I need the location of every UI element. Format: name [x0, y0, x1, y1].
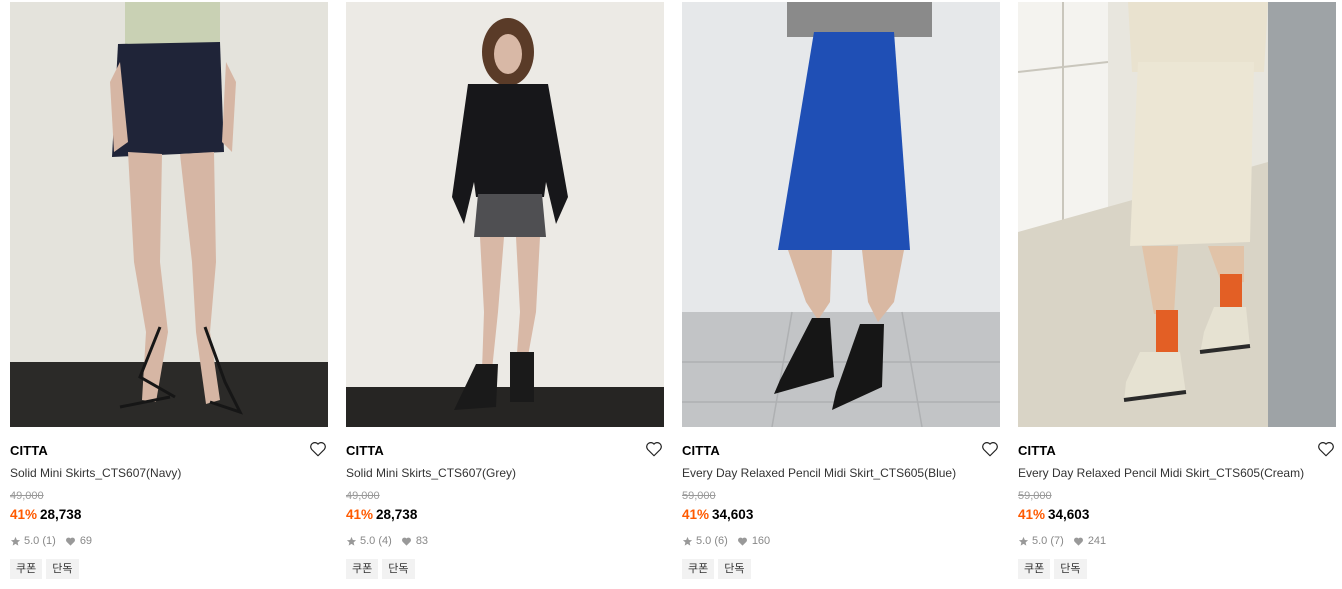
- product-grid: CITTA Solid Mini Skirts_CTS607(Navy) 49,…: [10, 2, 1342, 589]
- review-count: (7): [1050, 535, 1064, 547]
- discount-rate: 41%: [682, 507, 710, 522]
- heart-icon: [737, 537, 747, 546]
- like-count: 69: [79, 535, 93, 547]
- heart-outline-icon[interactable]: [309, 440, 327, 458]
- tag-list: 쿠폰 단독: [1018, 559, 1091, 579]
- coupon-tag: 쿠폰: [346, 559, 379, 579]
- brand-name[interactable]: CITTA: [1018, 443, 1056, 458]
- heart-outline-icon[interactable]: [1317, 440, 1335, 458]
- sale-price: 34,603: [712, 507, 754, 522]
- tag-list: 쿠폰 단독: [10, 559, 83, 579]
- product-image[interactable]: [346, 2, 664, 427]
- product-stats: 5.0 (4) 83: [346, 535, 428, 547]
- product-image[interactable]: [1018, 2, 1336, 427]
- product-photo: [10, 2, 328, 427]
- exclusive-tag: 단독: [718, 559, 751, 579]
- rating-value: 5.0: [1032, 535, 1048, 547]
- product-image[interactable]: [10, 2, 328, 427]
- product-card[interactable]: CITTA Solid Mini Skirts_CTS607(Grey) 49,…: [346, 2, 664, 589]
- product-name[interactable]: Every Day Relaxed Pencil Midi Skirt_CTS6…: [682, 466, 956, 480]
- product-stats: 5.0 (1) 69: [10, 535, 92, 547]
- review-count: (1): [42, 535, 56, 547]
- price-line: 41% 34,603: [1018, 507, 1089, 522]
- product-card[interactable]: CITTA Every Day Relaxed Pencil Midi Skir…: [682, 2, 1000, 589]
- star-icon: [346, 536, 357, 546]
- product-photo: [1018, 2, 1336, 427]
- product-photo: [346, 2, 664, 427]
- heart-outline-icon[interactable]: [645, 440, 663, 458]
- product-name[interactable]: Solid Mini Skirts_CTS607(Grey): [346, 466, 516, 480]
- sale-price: 28,738: [376, 507, 418, 522]
- like-count: 241: [1087, 535, 1107, 547]
- product-image[interactable]: [682, 2, 1000, 427]
- exclusive-tag: 단독: [382, 559, 415, 579]
- discount-rate: 41%: [10, 507, 38, 522]
- discount-rate: 41%: [346, 507, 374, 522]
- coupon-tag: 쿠폰: [1018, 559, 1051, 579]
- brand-name[interactable]: CITTA: [682, 443, 720, 458]
- product-card[interactable]: CITTA Every Day Relaxed Pencil Midi Skir…: [1018, 2, 1336, 589]
- exclusive-tag: 단독: [1054, 559, 1087, 579]
- original-price: 59,000: [1018, 490, 1052, 502]
- original-price: 49,000: [10, 490, 44, 502]
- like-count: 83: [415, 535, 429, 547]
- tag-list: 쿠폰 단독: [682, 559, 755, 579]
- rating-value: 5.0: [696, 535, 712, 547]
- original-price: 49,000: [346, 490, 380, 502]
- review-count: (4): [378, 535, 392, 547]
- original-price: 59,000: [682, 490, 716, 502]
- product-card[interactable]: CITTA Solid Mini Skirts_CTS607(Navy) 49,…: [10, 2, 328, 589]
- coupon-tag: 쿠폰: [10, 559, 43, 579]
- sale-price: 34,603: [1048, 507, 1090, 522]
- coupon-tag: 쿠폰: [682, 559, 715, 579]
- star-icon: [1018, 536, 1029, 546]
- sale-price: 28,738: [40, 507, 82, 522]
- brand-name[interactable]: CITTA: [10, 443, 48, 458]
- tag-list: 쿠폰 단독: [346, 559, 419, 579]
- heart-icon: [401, 537, 411, 546]
- discount-rate: 41%: [1018, 507, 1046, 522]
- product-photo: [682, 2, 1000, 427]
- like-count: 160: [751, 535, 771, 547]
- product-stats: 5.0 (7) 241: [1018, 535, 1106, 547]
- product-name[interactable]: Every Day Relaxed Pencil Midi Skirt_CTS6…: [1018, 466, 1304, 480]
- product-name[interactable]: Solid Mini Skirts_CTS607(Navy): [10, 466, 181, 480]
- star-icon: [10, 536, 21, 546]
- rating-value: 5.0: [24, 535, 40, 547]
- product-stats: 5.0 (6) 160: [682, 535, 770, 547]
- exclusive-tag: 단독: [46, 559, 79, 579]
- heart-icon: [1073, 537, 1083, 546]
- heart-outline-icon[interactable]: [981, 440, 999, 458]
- brand-name[interactable]: CITTA: [346, 443, 384, 458]
- heart-icon: [65, 537, 75, 546]
- price-line: 41% 28,738: [346, 507, 417, 522]
- review-count: (6): [714, 535, 728, 547]
- rating-value: 5.0: [360, 535, 376, 547]
- star-icon: [682, 536, 693, 546]
- price-line: 41% 28,738: [10, 507, 81, 522]
- price-line: 41% 34,603: [682, 507, 753, 522]
